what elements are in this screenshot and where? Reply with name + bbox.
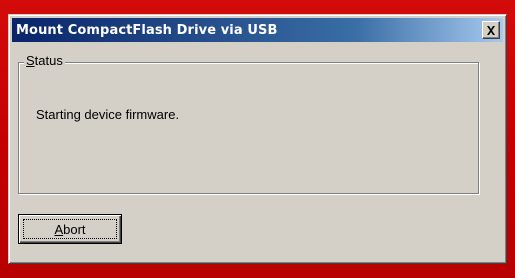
status-label-rest: tatus bbox=[34, 53, 63, 68]
status-message: Starting device firmware. bbox=[36, 107, 180, 122]
status-label-mnemonic: S bbox=[26, 53, 35, 68]
abort-label-rest: bort bbox=[63, 221, 86, 237]
status-group-label: Status bbox=[24, 53, 65, 69]
abort-button-label: Abort bbox=[54, 222, 85, 237]
window-title: Mount CompactFlash Drive via USB bbox=[16, 22, 278, 38]
abort-label-mnemonic: A bbox=[54, 221, 64, 237]
status-groupbox bbox=[18, 62, 479, 194]
abort-button[interactable]: Abort bbox=[18, 214, 122, 244]
close-icon bbox=[486, 25, 496, 35]
title-bar[interactable]: Mount CompactFlash Drive via USB bbox=[12, 18, 503, 42]
close-button[interactable] bbox=[482, 21, 500, 39]
